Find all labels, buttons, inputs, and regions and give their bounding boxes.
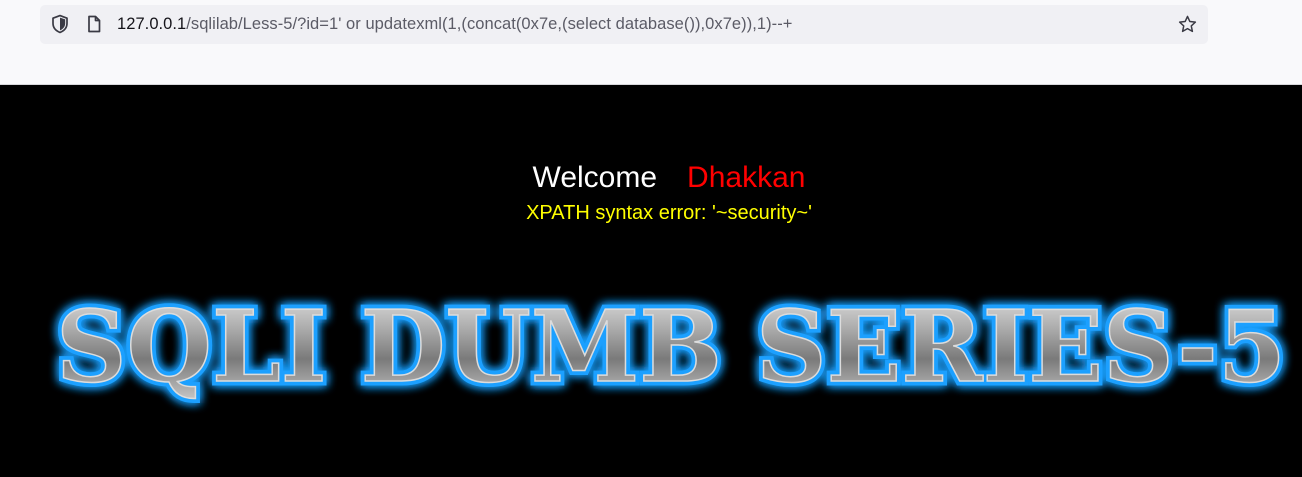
- welcome-line: Welcome Dhakkan: [0, 160, 1302, 196]
- address-bar[interactable]: 127.0.0.1/sqlilab/Less-5/?id=1' or updat…: [40, 5, 1208, 44]
- welcome-text: Welcome: [532, 161, 658, 194]
- star-icon[interactable]: [1177, 14, 1198, 35]
- user-name: Dhakkan: [687, 161, 806, 194]
- url-path: /sqlilab/Less-5/?id=1' or updatexml(1,(c…: [186, 15, 793, 33]
- page-content: Welcome Dhakkan XPATH syntax error: '~sec…: [0, 85, 1302, 477]
- logo-text: SQLI DUMB SERIES-5: [56, 290, 1286, 405]
- series-logo: SQLI DUMB SERIES-5 SQLI DUMB SERIES-5: [52, 286, 1291, 410]
- shield-icon[interactable]: [50, 14, 70, 34]
- url-text[interactable]: 127.0.0.1/sqlilab/Less-5/?id=1' or updat…: [117, 5, 792, 44]
- browser-toolbar: 127.0.0.1/sqlilab/Less-5/?id=1' or updat…: [0, 0, 1302, 85]
- error-message: XPATH syntax error: '~security~': [526, 202, 812, 224]
- page-icon[interactable]: [84, 14, 104, 34]
- url-host: 127.0.0.1: [117, 15, 187, 33]
